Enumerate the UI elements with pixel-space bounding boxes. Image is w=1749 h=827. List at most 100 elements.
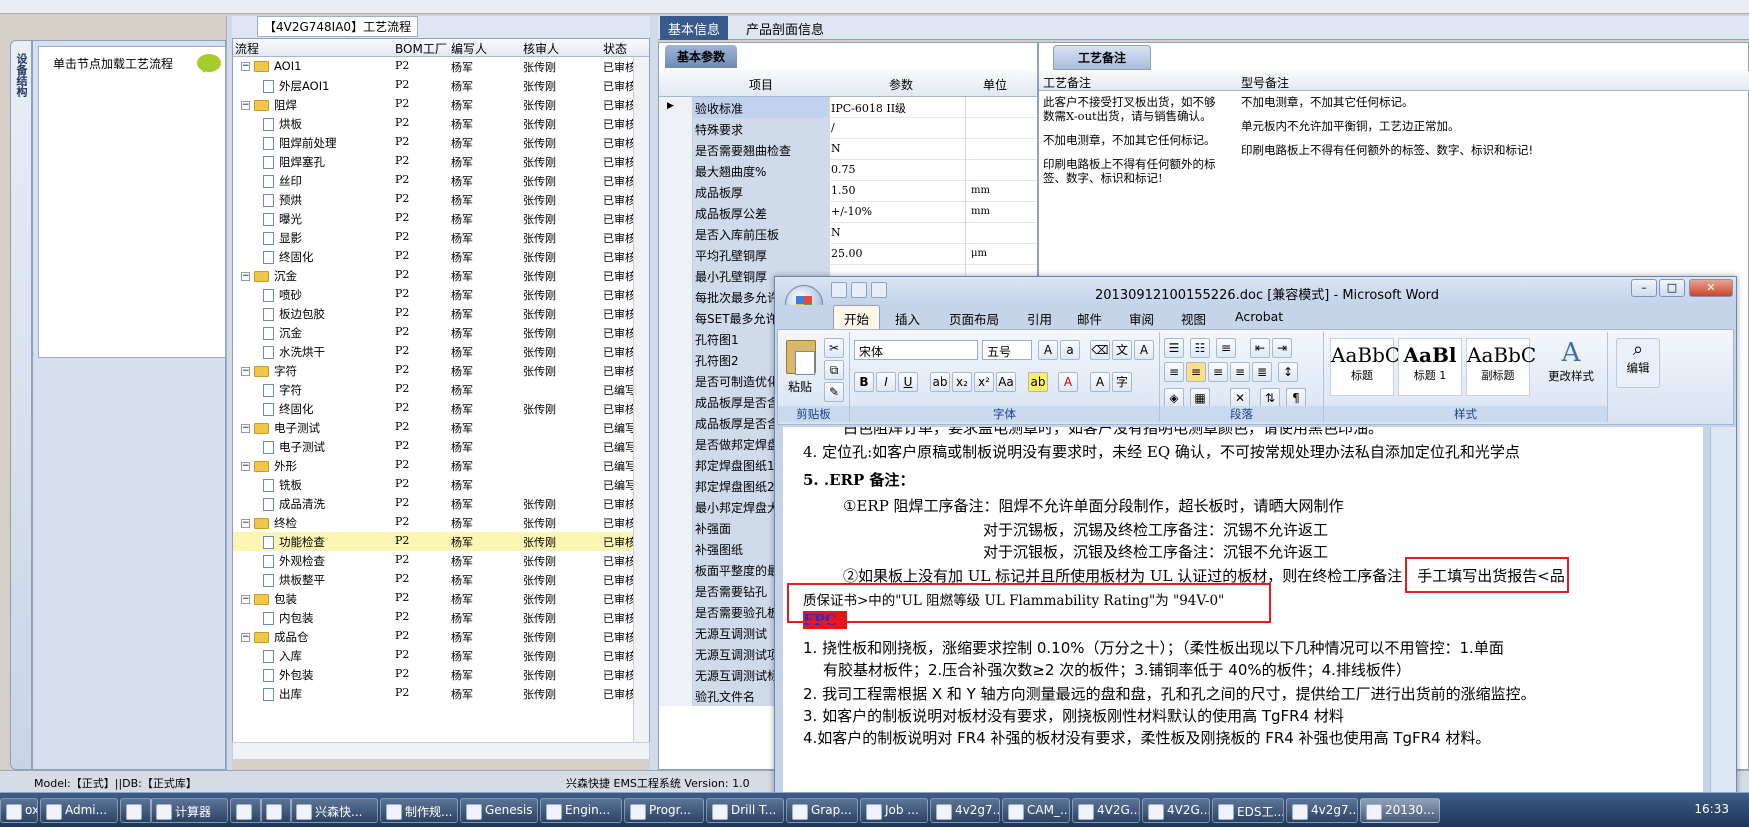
collapse-icon[interactable]: − xyxy=(241,632,250,642)
bullets-icon[interactable]: ☰ xyxy=(1164,338,1184,358)
taskbar-button[interactable]: 4V2G... xyxy=(1072,798,1140,823)
chinese-layout-icon[interactable]: ✕ xyxy=(1230,388,1250,408)
align-left-icon[interactable]: ≡ xyxy=(1164,362,1184,382)
minimize-icon[interactable]: – xyxy=(1631,279,1657,297)
justify-icon[interactable]: ≡ xyxy=(1230,362,1250,382)
highlight-icon[interactable]: ab xyxy=(1028,372,1048,392)
cut-icon[interactable]: ✂ xyxy=(824,338,844,358)
taskbar-button[interactable]: CAM_... xyxy=(1002,798,1070,823)
document-line[interactable]: 对于沉银板，沉银及终检工序备注：沉银不允许返工 xyxy=(983,541,1328,562)
row-selector[interactable] xyxy=(659,139,693,160)
hint-box[interactable]: 单击节点加载工艺流程 xyxy=(38,46,226,358)
collapse-icon[interactable]: − xyxy=(241,271,250,281)
align-center-icon[interactable]: ≡ xyxy=(1186,362,1206,382)
row-selector[interactable] xyxy=(659,454,693,475)
process-tree[interactable]: 流程 BOM工厂 编写人 核审人 状态 − AOI1 P2 杨军 张传刚 已审核 外层AOI… xyxy=(232,38,650,760)
grow-font-icon[interactable]: A xyxy=(1038,340,1058,360)
taskbar-button[interactable]: 4V2G... xyxy=(1142,798,1210,823)
taskbar-button[interactable]: 20130... xyxy=(1360,798,1440,823)
document-line[interactable]: 4.如客户的制板说明对 FR4 补强的板材没有要求，柔性板及刚挠板的 FR4 补… xyxy=(803,727,1490,748)
tree-row[interactable]: 喷砂 P2 杨军 张传刚 已审核 xyxy=(233,285,633,304)
row-selector[interactable] xyxy=(659,391,693,412)
taskbar-button[interactable]: 4v2g7... xyxy=(1286,798,1358,823)
row-selector[interactable] xyxy=(659,643,693,664)
tree-row[interactable]: 终固化 P2 杨军 张传刚 已审核 xyxy=(233,247,633,266)
enclose-char-icon[interactable]: 字 xyxy=(1112,372,1132,392)
row-selector[interactable] xyxy=(659,202,693,223)
taskbar-button[interactable]: Engin... xyxy=(540,798,622,823)
tree-row[interactable]: 烘板 P2 杨军 张传刚 已审核 xyxy=(233,114,633,133)
tree-hscroll[interactable] xyxy=(232,742,650,760)
document-line[interactable]: 2. 我司工程需根据 X 和 Y 轴方向测量最远的盘和盘，孔和孔之间的尺寸，提供… xyxy=(803,683,1536,704)
row-selector[interactable] xyxy=(659,664,693,685)
taskbar-button[interactable]: EDS工... xyxy=(1212,798,1284,823)
taskbar-button[interactable]: Drill T... xyxy=(706,798,784,823)
tree-row[interactable]: − 电子测试 P2 杨军 已编写 xyxy=(233,418,633,437)
row-selector[interactable] xyxy=(659,412,693,433)
taskbar-button[interactable] xyxy=(230,798,262,823)
param-value[interactable]: / xyxy=(831,121,835,134)
increase-indent-icon[interactable]: ⇥ xyxy=(1272,338,1292,358)
document-line[interactable]: 4. 定位孔:如客户原稿或制板说明没有要求时，未经 EQ 确认，不可按常规处理办… xyxy=(803,441,1520,462)
tree-row[interactable]: − 终检 P2 杨军 张传刚 已审核 xyxy=(233,513,633,532)
process-remark-tab[interactable]: 工艺备注 xyxy=(1053,45,1152,70)
process-remark-text[interactable]: 此客户不接受打叉板出货，如不够数需X-out出货，请与销售确认。 不加电测章，不加… xyxy=(1043,95,1223,195)
shrink-font-icon[interactable]: a xyxy=(1060,340,1080,360)
tree-header-process[interactable]: 流程 xyxy=(235,40,259,57)
row-selector[interactable] xyxy=(659,475,693,496)
tree-row[interactable]: 电子测试 P2 杨军 已编写 xyxy=(233,437,633,456)
document-line[interactable]: 1. 挠性板和刚挠板，涨缩要求控制 0.10%（万分之十）；（柔性板出现以下几种… xyxy=(803,637,1504,658)
decrease-indent-icon[interactable]: ⇤ xyxy=(1250,338,1270,358)
tree-row[interactable]: 出库 P2 杨军 张传刚 已审核 xyxy=(233,684,633,703)
font-name-select[interactable]: 宋体 xyxy=(854,340,978,360)
font-size-select[interactable]: 五号 xyxy=(982,340,1032,360)
document-line[interactable]: 对于沉锡板，沉锡及终检工序备注：沉锡不允许返工 xyxy=(983,519,1328,540)
word-titlebar[interactable]: 20130912100155226.doc [兼容模式] - Microsoft… xyxy=(775,277,1736,305)
distribute-icon[interactable]: ≣ xyxy=(1252,362,1272,382)
param-row[interactable]: 平均孔壁铜厚 25.00 μm xyxy=(659,244,1037,265)
tree-header-bom[interactable]: BOM工厂 xyxy=(395,40,447,57)
tree-row[interactable]: − 包装 P2 杨军 张传刚 已审核 xyxy=(233,589,633,608)
superscript-icon[interactable]: x² xyxy=(974,372,994,392)
underline-icon[interactable]: U xyxy=(898,372,918,392)
row-selector[interactable] xyxy=(659,328,693,349)
row-selector[interactable] xyxy=(659,223,693,244)
taskbar-button[interactable]: 4v2g7... xyxy=(930,798,1000,823)
tab-view[interactable]: 视图 xyxy=(1181,309,1206,328)
taskbar-button[interactable]: Genesis xyxy=(460,798,538,823)
redo-icon[interactable] xyxy=(871,282,887,298)
tree-row[interactable]: 内包装 P2 杨军 张传刚 已审核 xyxy=(233,608,633,627)
collapse-icon[interactable]: − xyxy=(241,594,250,604)
multilevel-icon[interactable]: ≡ xyxy=(1216,338,1236,358)
param-row[interactable]: 特殊要求 / xyxy=(659,118,1037,139)
sort-icon[interactable]: ⇅ xyxy=(1260,388,1280,408)
param-value[interactable]: N xyxy=(831,226,841,239)
char-border-icon[interactable]: A xyxy=(1134,340,1154,360)
font-color-icon[interactable]: A xyxy=(1058,372,1078,392)
basic-params-tab[interactable]: 基本参数 xyxy=(665,45,738,68)
row-selector[interactable]: ▶ xyxy=(659,97,693,118)
bold-icon[interactable]: B xyxy=(854,372,874,392)
taskbar-button[interactable]: Job ... xyxy=(860,798,928,823)
tab-acrobat[interactable]: Acrobat xyxy=(1235,309,1283,324)
style-subtitle[interactable]: AaBbC 副标题 xyxy=(1466,338,1536,396)
shading-icon[interactable]: ◈ xyxy=(1164,388,1184,408)
row-selector[interactable] xyxy=(659,244,693,265)
document-line[interactable]: ①ERP 阻焊工序备注：阻焊不允许单面分段制作，超长板时，请晒大网制作 xyxy=(843,495,1344,516)
taskbar-button[interactable]: 计算器 xyxy=(150,798,228,823)
numbering-icon[interactable]: ☷ xyxy=(1190,338,1210,358)
tree-row[interactable]: 丝印 P2 杨军 张传刚 已审核 xyxy=(233,171,633,190)
show-marks-icon[interactable]: ¶ xyxy=(1286,388,1306,408)
change-case-icon[interactable]: Aa xyxy=(996,372,1016,392)
style-title[interactable]: AaBbC 标题 xyxy=(1330,338,1400,396)
row-selector[interactable] xyxy=(659,685,693,706)
tree-row[interactable]: 水洗烘干 P2 杨军 张传刚 已审核 xyxy=(233,342,633,361)
paste-icon[interactable] xyxy=(786,340,816,375)
tree-row[interactable]: 外包装 P2 杨军 张传刚 已审核 xyxy=(233,665,633,684)
tree-row[interactable]: 入库 P2 杨军 张传刚 已审核 xyxy=(233,646,633,665)
tree-header-status[interactable]: 状态 xyxy=(603,40,627,57)
collapse-icon[interactable]: − xyxy=(241,61,250,71)
tree-row[interactable]: 铣板 P2 杨军 已编写 xyxy=(233,475,633,494)
row-selector[interactable] xyxy=(659,517,693,538)
tree-row[interactable]: 预烘 P2 杨军 张传刚 已审核 xyxy=(233,190,633,209)
